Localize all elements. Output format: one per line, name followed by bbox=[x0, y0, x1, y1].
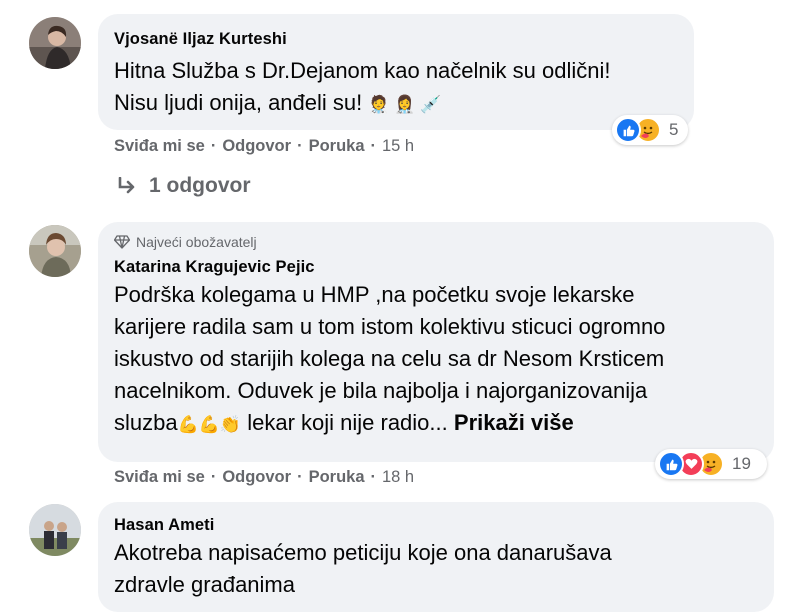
diamond-icon bbox=[114, 235, 130, 249]
like-link[interactable]: Sviđa mi se bbox=[114, 468, 205, 487]
comment-author[interactable]: Vjosanë Iljaz Kurteshi bbox=[114, 30, 678, 49]
comment-text-line: Akotreba napisaćemo peticiju koje ona da… bbox=[114, 540, 612, 565]
comment-emojis: 💪💪👏 bbox=[177, 415, 242, 434]
comment-author[interactable]: Katarina Kragujevic Pejic bbox=[114, 258, 758, 277]
comment-text-line: sluzba bbox=[114, 410, 178, 435]
comment-emojis: 🧑‍⚕️ 👩‍⚕️ 💉 bbox=[368, 95, 442, 114]
comment-text-line: nacelnikom. Oduvek je bila najbolja i na… bbox=[114, 378, 648, 403]
reply-link[interactable]: Odgovor bbox=[222, 468, 291, 487]
like-reaction-icon bbox=[658, 451, 684, 477]
avatar[interactable] bbox=[29, 225, 81, 277]
timestamp[interactable]: 18 h bbox=[382, 468, 414, 487]
comment-bubble: Hasan Ameti Akotreba napisaćemo peticiju… bbox=[98, 502, 774, 612]
reaction-count: 5 bbox=[669, 120, 679, 139]
replies-count: 1 odgovor bbox=[149, 174, 251, 197]
comment-text-line: Podrška kolegama u HMP ,na početku svoje… bbox=[114, 282, 635, 307]
like-reaction-icon bbox=[615, 117, 641, 143]
reaction-summary[interactable]: 5 bbox=[612, 115, 688, 145]
avatar[interactable] bbox=[29, 504, 81, 556]
comment-actions: Sviđa mi se · Odgovor · Poruka · 15 h bbox=[114, 137, 415, 156]
reaction-summary[interactable]: 19 bbox=[655, 449, 767, 479]
comment-bubble: Najveći obožavatelj Katarina Kragujevic … bbox=[98, 222, 774, 462]
reply-arrow-icon bbox=[118, 177, 135, 194]
comment-text-line: iskustvo od starijih kolega na celu sa d… bbox=[114, 346, 665, 371]
timestamp[interactable]: 15 h bbox=[382, 137, 414, 156]
message-link[interactable]: Poruka bbox=[309, 137, 365, 156]
view-replies-link[interactable]: 1 odgovor bbox=[117, 174, 251, 198]
comment-text-line: zdravle građanima bbox=[114, 572, 295, 597]
comment-bubble: Vjosanë Iljaz Kurteshi Hitna Služba s Dr… bbox=[98, 14, 694, 130]
top-fan-badge: Najveći obožavatelj bbox=[114, 234, 758, 250]
comment-author[interactable]: Hasan Ameti bbox=[114, 516, 758, 535]
see-more-link[interactable]: Prikaži više bbox=[454, 410, 574, 435]
like-link[interactable]: Sviđa mi se bbox=[114, 137, 205, 156]
reaction-count: 19 bbox=[732, 454, 751, 473]
comment-actions: Sviđa mi se · Odgovor · Poruka · 18 h bbox=[114, 468, 415, 487]
reply-link[interactable]: Odgovor bbox=[222, 137, 291, 156]
comment-text-line: karijere radila sam u tom istom kolektiv… bbox=[114, 314, 666, 339]
message-link[interactable]: Poruka bbox=[309, 468, 365, 487]
comment-text-line: Hitna Služba s Dr.Dejanom kao načelnik s… bbox=[114, 58, 611, 83]
badge-label: Najveći obožavatelj bbox=[136, 234, 257, 250]
avatar[interactable] bbox=[29, 17, 81, 69]
comment-text-line: Nisu ljudi onija, anđeli su! bbox=[114, 90, 363, 115]
comment-text-line: lekar koji nije radio... bbox=[241, 410, 448, 435]
